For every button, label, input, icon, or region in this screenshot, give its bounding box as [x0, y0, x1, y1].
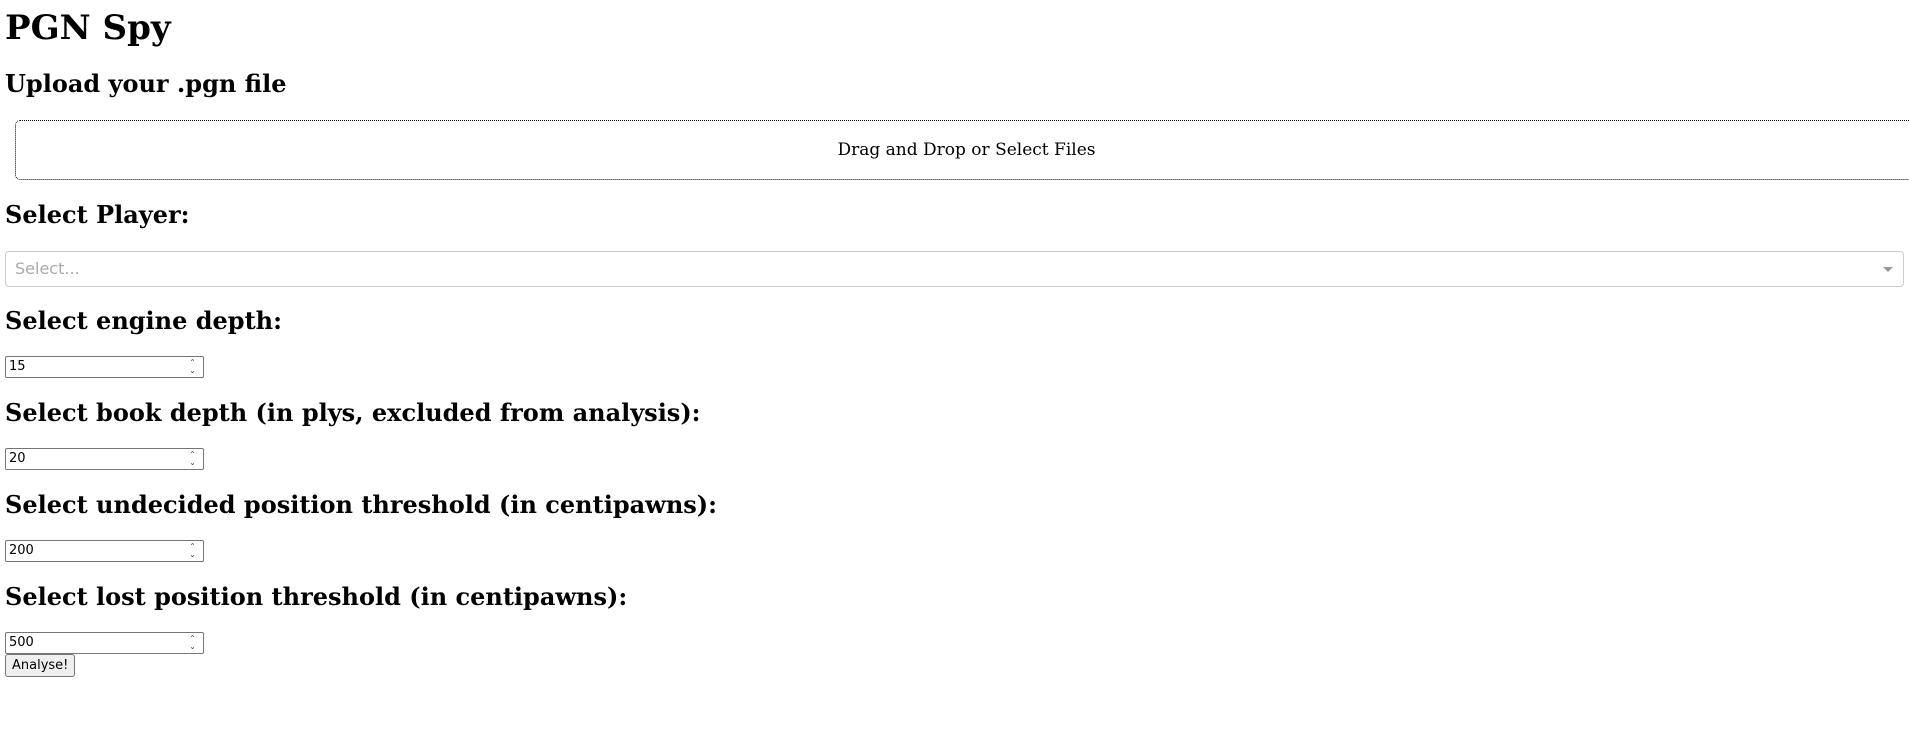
- engine-depth-input[interactable]: 15 ⌃ ⌄: [5, 356, 204, 378]
- player-select-placeholder: Select...: [15, 259, 80, 278]
- player-select[interactable]: Select...: [5, 251, 1904, 287]
- book-depth-heading: Select book depth (in plys, excluded fro…: [5, 398, 701, 427]
- lost-threshold-value: 500: [9, 635, 34, 650]
- analyse-button[interactable]: Analyse!: [5, 654, 76, 677]
- lost-threshold-heading: Select lost position threshold (in centi…: [5, 582, 628, 611]
- undecided-threshold-value: 200: [9, 543, 34, 558]
- upload-heading: Upload your .pgn file: [5, 69, 287, 98]
- chevron-down-icon[interactable]: [1883, 267, 1893, 272]
- lost-threshold-input[interactable]: 500 ⌃ ⌄: [5, 632, 204, 654]
- book-depth-input[interactable]: 20 ⌃ ⌄: [5, 448, 204, 470]
- spinner-arrows-icon[interactable]: ⌃ ⌄: [186, 451, 199, 467]
- file-dropzone[interactable]: Drag and Drop or Select Files: [15, 120, 1909, 180]
- spinner-arrows-icon[interactable]: ⌃ ⌄: [186, 543, 199, 559]
- engine-depth-heading: Select engine depth:: [5, 306, 282, 335]
- page-title: PGN Spy: [5, 8, 171, 48]
- engine-depth-value: 15: [9, 359, 26, 374]
- book-depth-value: 20: [9, 451, 26, 466]
- spinner-arrows-icon[interactable]: ⌃ ⌄: [186, 359, 199, 375]
- undecided-threshold-heading: Select undecided position threshold (in …: [5, 490, 717, 519]
- page: PGN Spy Upload your .pgn file Drag and D…: [0, 0, 1909, 741]
- spinner-arrows-icon[interactable]: ⌃ ⌄: [186, 635, 199, 651]
- dropzone-text: Drag and Drop or Select Files: [837, 140, 1096, 160]
- player-heading: Select Player:: [5, 200, 190, 229]
- undecided-threshold-input[interactable]: 200 ⌃ ⌄: [5, 540, 204, 562]
